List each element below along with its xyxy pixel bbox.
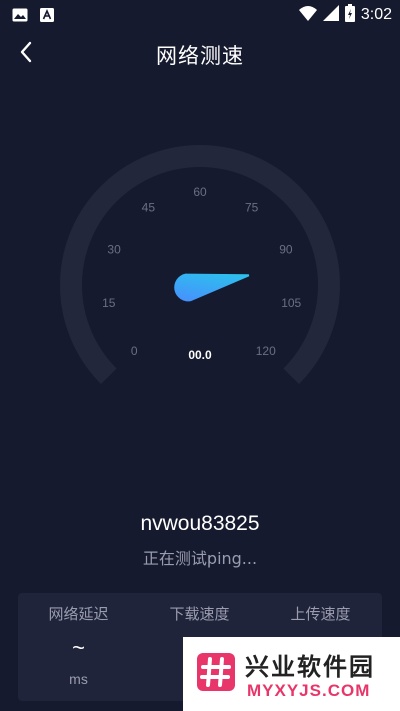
gauge-tick-label: 45 bbox=[142, 201, 156, 215]
metric-value: ~ bbox=[72, 635, 85, 660]
gauge-tick-label: 60 bbox=[193, 185, 207, 199]
battery-icon bbox=[344, 4, 355, 26]
status-time: 3:02 bbox=[360, 6, 392, 23]
navigation-bar: 网络测速 bbox=[0, 28, 400, 80]
gauge-tick-label: 15 bbox=[102, 296, 116, 310]
metric-unit: ms bbox=[69, 671, 88, 687]
metric-latency: 网络延迟 ~ ms bbox=[18, 593, 139, 701]
gauge-dial: 0 15 30 45 60 75 90 105 120 bbox=[60, 145, 340, 384]
watermark-cn: 兴业软件园 bbox=[245, 653, 375, 681]
watermark: 兴业软件园 MYXYJS.COM bbox=[183, 637, 400, 711]
speed-value: 00.0 bbox=[188, 348, 212, 362]
wifi-icon bbox=[298, 5, 317, 25]
signal-icon bbox=[322, 5, 339, 25]
metric-label: 下载速度 bbox=[169, 605, 230, 623]
gauge-needle bbox=[174, 273, 250, 302]
gauge-tick-label: 75 bbox=[245, 201, 259, 215]
speed-gauge: 0 15 30 45 60 75 90 105 120 bbox=[0, 120, 400, 420]
gauge-tick-label: 30 bbox=[107, 242, 121, 256]
gauge-tick-label: 0 bbox=[131, 344, 138, 358]
hash-logo-icon bbox=[197, 653, 235, 691]
speed-test-screen: 3:02 网络测速 0 15 30 45 60 75 90 105 120 00.0 nvwou… bbox=[0, 0, 400, 711]
gauge-tick-label: 120 bbox=[256, 344, 276, 358]
gauge-tick-label: 90 bbox=[279, 242, 293, 256]
test-status: 正在测试ping... bbox=[142, 549, 258, 568]
page-title: 网络测速 bbox=[156, 44, 244, 68]
metric-label: 网络延迟 bbox=[48, 605, 109, 623]
gauge-tick-label: 105 bbox=[281, 296, 301, 310]
image-icon bbox=[12, 7, 28, 26]
a-icon bbox=[40, 7, 54, 26]
server-name: nvwou83825 bbox=[140, 512, 260, 535]
status-bar: 3:02 bbox=[0, 0, 400, 28]
metric-label: 上传速度 bbox=[290, 605, 351, 623]
watermark-en: MYXYJS.COM bbox=[247, 681, 371, 700]
